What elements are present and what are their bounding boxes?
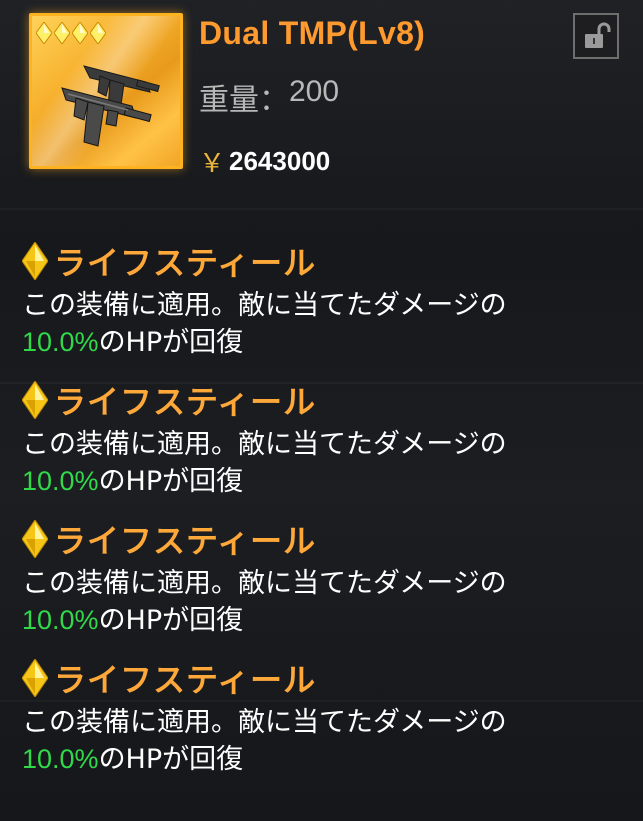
price-value: 2643000 xyxy=(229,146,331,176)
rank-gem-icon xyxy=(36,22,52,44)
skill-name: ライフスティール xyxy=(54,661,317,699)
skill-gem-icon xyxy=(22,242,48,280)
rank-gem-icon xyxy=(72,22,88,44)
skill-description: この装備に適用。敵に当てたダメージの 10.0%のHPが回復 xyxy=(22,288,622,361)
skill-entry: ライフスティール この装備に適用。敵に当てたダメージの 10.0%のHPが回復 xyxy=(22,240,622,379)
skill-desc-line: この装備に適用。敵に当てたダメージの xyxy=(22,429,507,460)
price-row: ￥ 2643000 xyxy=(199,143,330,180)
skill-desc-line: のHPが回復 xyxy=(98,605,244,636)
skill-desc-line: この装備に適用。敵に当てたダメージの xyxy=(22,707,507,738)
skill-name: ライフスティール xyxy=(54,383,317,421)
lock-button[interactable] xyxy=(573,13,619,59)
skill-entry: ライフスティール この装備に適用。敵に当てたダメージの 10.0%のHPが回復 xyxy=(22,379,622,518)
skill-desc-line: のHPが回復 xyxy=(98,744,244,775)
skill-name: ライフスティール xyxy=(54,522,317,560)
item-thumbnail xyxy=(29,13,183,169)
skill-desc-line: この装備に適用。敵に当てたダメージの xyxy=(22,290,507,321)
skill-description: この装備に適用。敵に当てたダメージの 10.0%のHPが回復 xyxy=(22,566,622,639)
skill-list: ライフスティール この装備に適用。敵に当てたダメージの 10.0%のHPが回復 … xyxy=(22,240,622,796)
dual-tmp-gun-icon xyxy=(61,65,160,147)
skill-gem-icon xyxy=(22,520,48,558)
weight-row: 重量： 200 xyxy=(199,75,339,119)
rank-gems xyxy=(36,22,106,44)
rank-gem-icon xyxy=(90,22,106,44)
skill-percent: 10.0% xyxy=(22,744,99,774)
skill-percent: 10.0% xyxy=(22,605,99,635)
item-header: Dual TMP(Lv8) 重量： 200 ￥ 2643000 xyxy=(0,0,643,200)
skill-description: この装備に適用。敵に当てたダメージの 10.0%のHPが回復 xyxy=(22,427,622,500)
skill-desc-line: この装備に適用。敵に当てたダメージの xyxy=(22,568,507,599)
skill-percent: 10.0% xyxy=(22,466,99,496)
skill-gem-icon xyxy=(22,381,48,419)
skill-description: この装備に適用。敵に当てたダメージの 10.0%のHPが回復 xyxy=(22,705,622,778)
weight-label: 重量： xyxy=(199,83,289,118)
skill-percent: 10.0% xyxy=(22,327,99,357)
skill-desc-line: のHPが回復 xyxy=(98,327,244,358)
skill-entry: ライフスティール この装備に適用。敵に当てたダメージの 10.0%のHPが回復 xyxy=(22,518,622,657)
skill-name: ライフスティール xyxy=(54,244,317,282)
divider xyxy=(0,208,643,210)
skill-entry: ライフスティール この装備に適用。敵に当てたダメージの 10.0%のHPが回復 xyxy=(22,657,622,796)
weight-value: 200 xyxy=(289,75,340,108)
rank-gem-icon xyxy=(54,22,70,44)
item-name: Dual TMP(Lv8) xyxy=(199,15,426,51)
skill-desc-line: のHPが回復 xyxy=(98,466,244,497)
skill-gem-icon xyxy=(22,659,48,697)
yen-icon: ￥ xyxy=(199,149,226,179)
unlocked-padlock-icon xyxy=(585,22,611,48)
